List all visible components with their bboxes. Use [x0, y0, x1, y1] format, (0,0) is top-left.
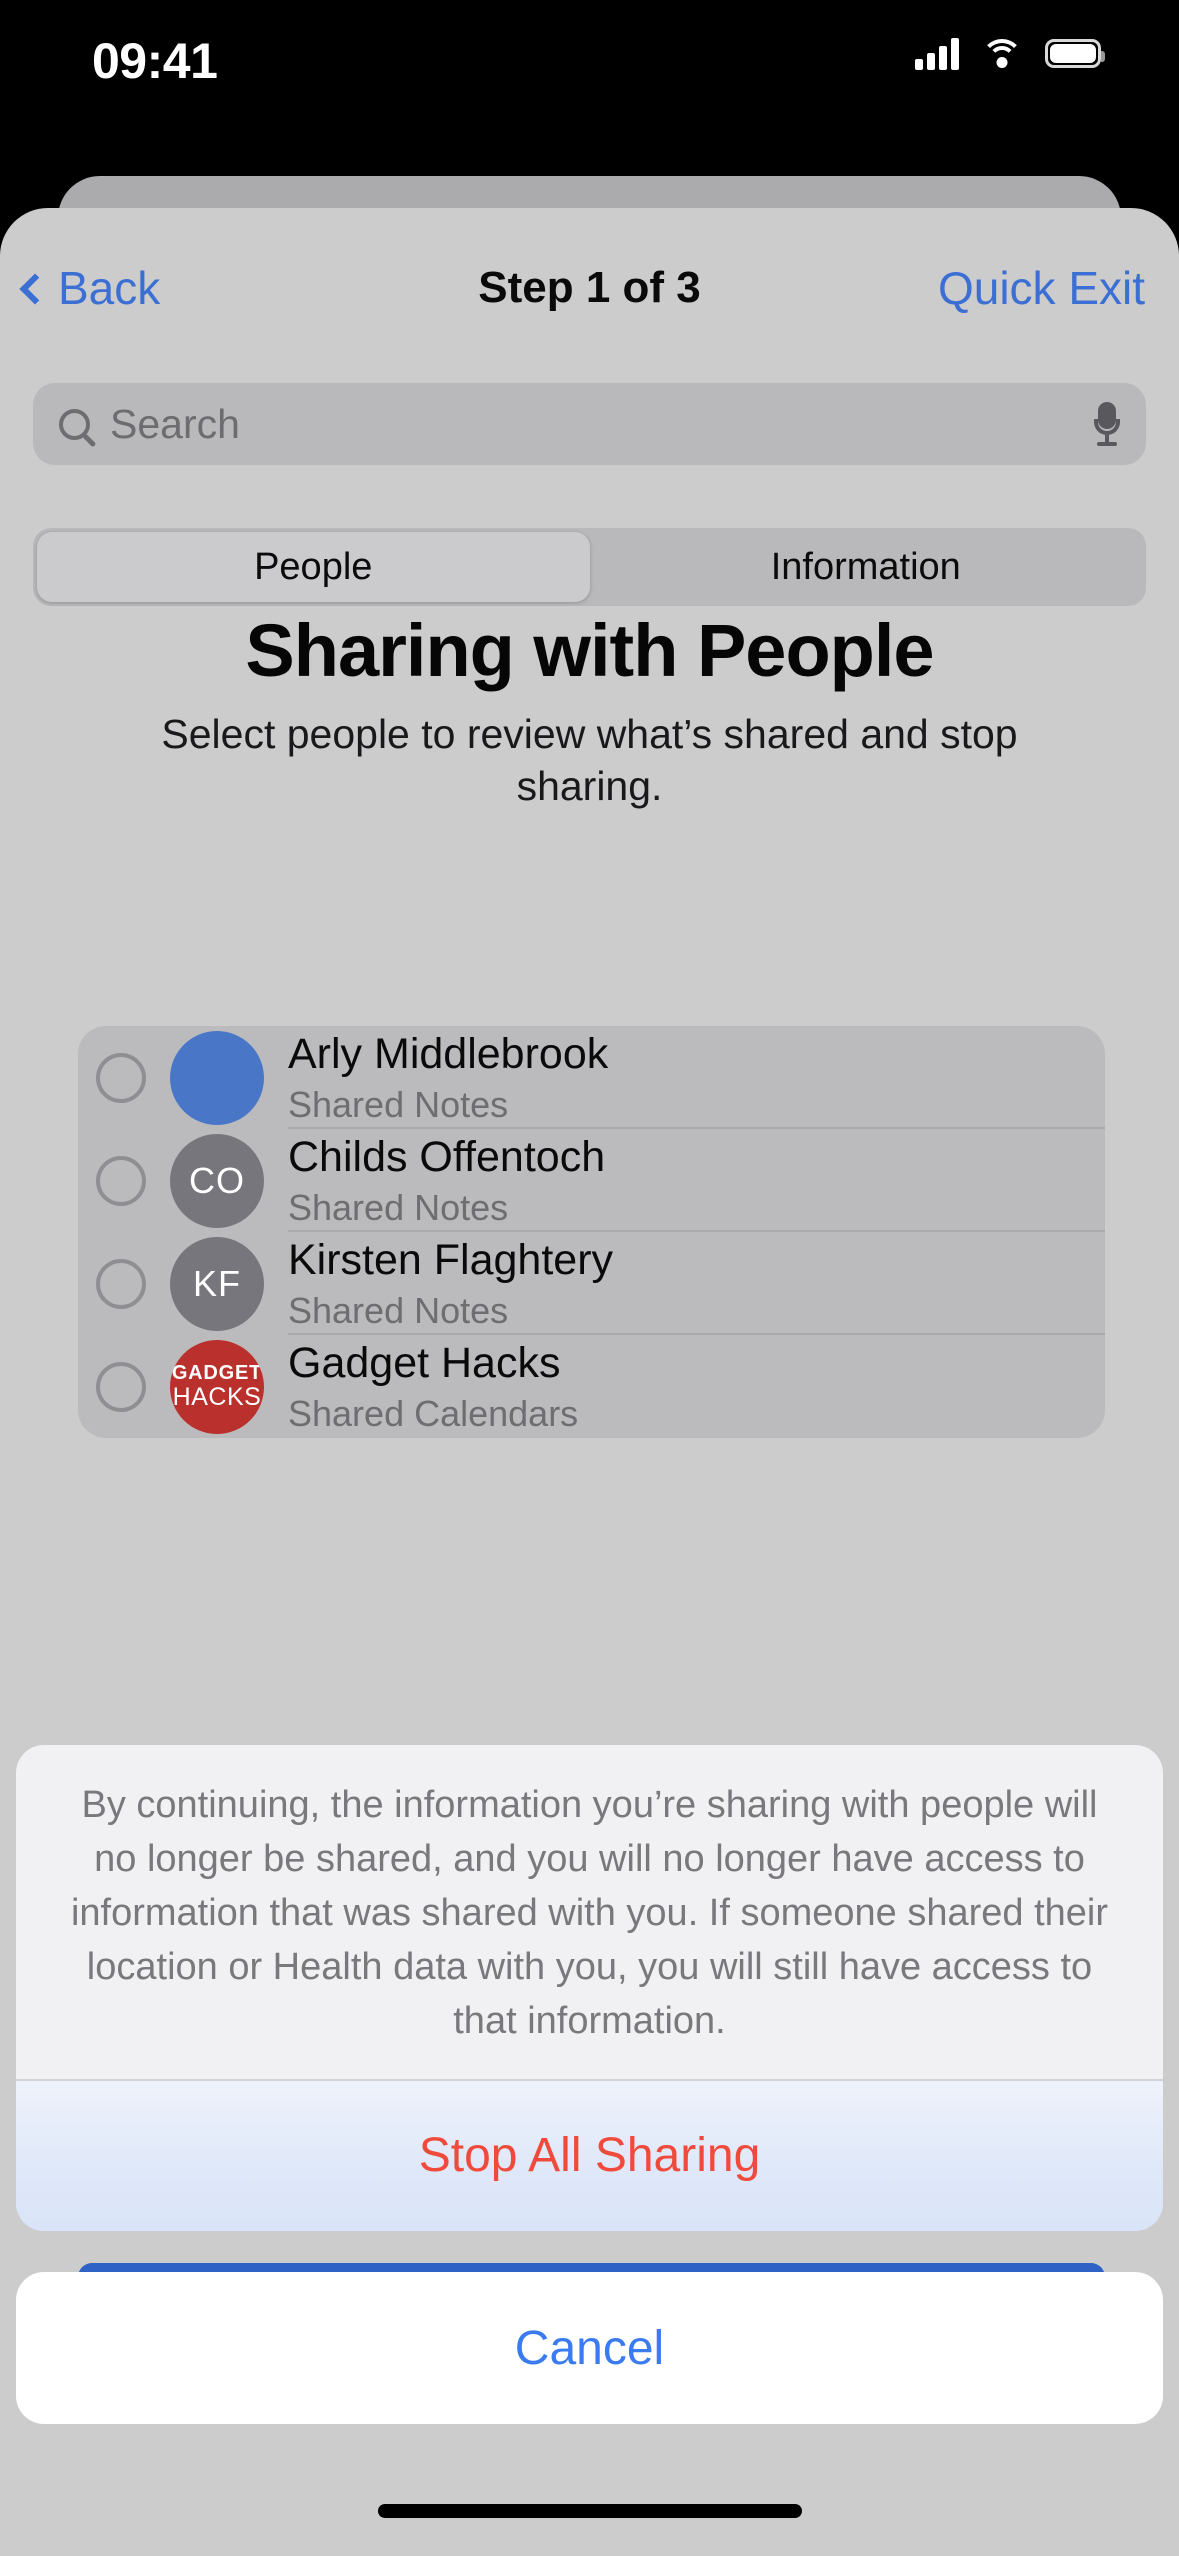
list-item-text: Childs Offentoch Shared Notes — [288, 1129, 1105, 1232]
cellular-bars-icon — [915, 36, 959, 70]
list-item-text: Kirsten Flaghtery Shared Notes — [288, 1232, 1105, 1335]
avatar-logo-line-2: HACKS — [172, 1383, 262, 1411]
status-bar-icons — [915, 36, 1105, 70]
person-detail: Shared Notes — [288, 1290, 509, 1332]
status-bar-time: 09:41 — [92, 33, 218, 89]
wifi-icon — [981, 37, 1023, 69]
person-detail: Shared Notes — [288, 1187, 509, 1229]
people-list: Arly Middlebrook Shared Notes CO Childs Off… — [78, 1026, 1105, 1438]
stop-all-sharing-button[interactable]: Stop All Sharing — [16, 2080, 1163, 2231]
radio-unselected-icon[interactable] — [96, 1052, 146, 1103]
confirmation-action-sheet: By continuing, the information you’re sh… — [16, 1745, 1163, 2231]
search-input[interactable] — [110, 400, 1094, 448]
person-name: Kirsten Flaghtery — [288, 1235, 614, 1284]
radio-unselected-icon[interactable] — [96, 1258, 146, 1309]
microphone-icon[interactable] — [1094, 402, 1120, 446]
avatar — [170, 1030, 264, 1125]
avatar: GADGET HACKS — [170, 1339, 264, 1434]
list-item[interactable]: CO Childs Offentoch Shared Notes — [78, 1129, 1105, 1232]
navigation-bar: Back Step 1 of 3 Quick Exit — [0, 253, 1179, 349]
tab-information[interactable]: Information — [590, 532, 1143, 602]
person-detail: Shared Calendars — [288, 1393, 579, 1435]
quick-exit-button[interactable]: Quick Exit — [938, 261, 1145, 315]
phone-screen: 09:41 Back Step 1 of 3 Quick Exit Search… — [0, 0, 1179, 2556]
list-item[interactable]: KF Kirsten Flaghtery Shared Notes — [78, 1232, 1105, 1335]
list-item-text: Arly Middlebrook Shared Notes — [288, 1026, 1105, 1129]
person-name: Arly Middlebrook — [288, 1029, 609, 1078]
cancel-button[interactable]: Cancel — [16, 2272, 1163, 2424]
radio-unselected-icon[interactable] — [96, 1361, 146, 1412]
person-name: Gadget Hacks — [288, 1338, 561, 1387]
list-item[interactable]: Arly Middlebrook Shared Notes — [78, 1026, 1105, 1129]
headline: Sharing with People — [245, 609, 934, 692]
disclaimer-text: By continuing, the information you’re sh… — [70, 1784, 1109, 2042]
main-sheet: Back Step 1 of 3 Quick Exit People Infor… — [0, 208, 1179, 2556]
list-item[interactable]: GADGET HACKS Gadget Hacks Shared Calendars — [78, 1335, 1105, 1438]
home-indicator — [377, 2504, 802, 2518]
person-name: Childs Offentoch — [288, 1132, 606, 1181]
avatar: CO — [170, 1133, 264, 1228]
status-bar: 09:41 — [0, 0, 1179, 118]
avatar: KF — [170, 1236, 264, 1331]
battery-full-icon — [1045, 38, 1105, 68]
avatar-logo-line-1: GADGET — [171, 1362, 263, 1384]
cancel-button-label: Cancel — [514, 2321, 665, 2375]
search-bar[interactable] — [33, 383, 1146, 465]
radio-unselected-icon[interactable] — [96, 1155, 146, 1206]
avatar-initials: KF — [192, 1262, 241, 1304]
tab-people[interactable]: People — [37, 532, 590, 602]
avatar-initials: CO — [189, 1159, 245, 1201]
subheadline: Select people to review what’s shared an… — [161, 711, 1018, 810]
search-icon — [59, 408, 90, 440]
person-detail: Shared Notes — [288, 1084, 509, 1126]
segmented-control[interactable]: People Information — [33, 528, 1146, 606]
list-item-text: Gadget Hacks Shared Calendars — [288, 1335, 1105, 1438]
